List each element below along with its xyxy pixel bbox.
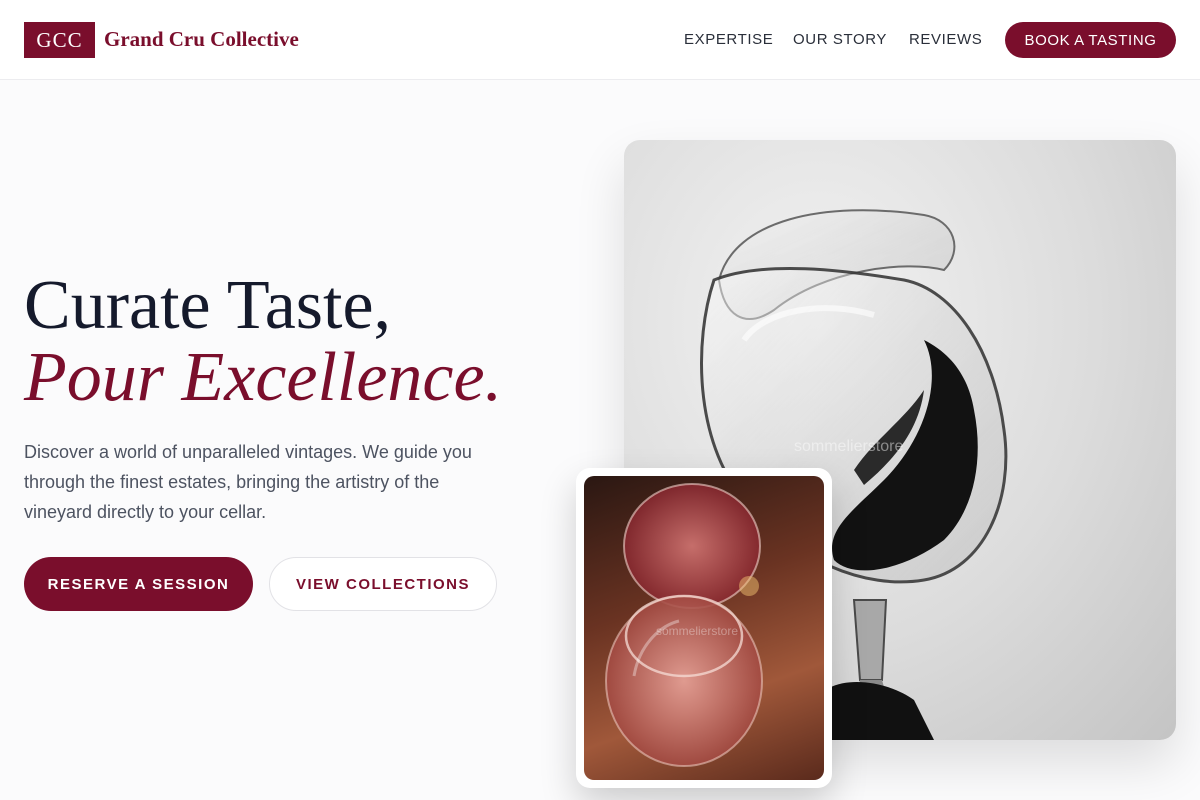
top-navigation: GCC Grand Cru Collective EXPERTISE OUR S… [0, 0, 1200, 80]
nav-link-expertise[interactable]: EXPERTISE [684, 31, 773, 48]
image-watermark: sommelierstore [794, 438, 904, 455]
red-wine-photo-card: sommelierstore [576, 468, 832, 788]
reserve-session-button[interactable]: RESERVE A SESSION [24, 557, 253, 611]
image-watermark-small: sommelierstore [656, 624, 739, 638]
view-collections-button[interactable]: VIEW COLLECTIONS [269, 557, 497, 611]
book-tasting-button[interactable]: BOOK A TASTING [1005, 22, 1176, 58]
hero-description: Discover a world of unparalleled vintage… [24, 442, 472, 522]
headline-line-1: Curate Taste, [24, 267, 392, 344]
red-wine-photo: sommelierstore [584, 476, 824, 780]
logo-mark[interactable]: GCC [24, 22, 95, 58]
nav-link-reviews[interactable]: REVIEWS [909, 31, 982, 48]
nav-link-our-story[interactable]: OUR STORY [793, 31, 887, 48]
headline-line-2: Pour Excellence. [24, 339, 503, 416]
brand-name[interactable]: Grand Cru Collective [104, 27, 299, 52]
